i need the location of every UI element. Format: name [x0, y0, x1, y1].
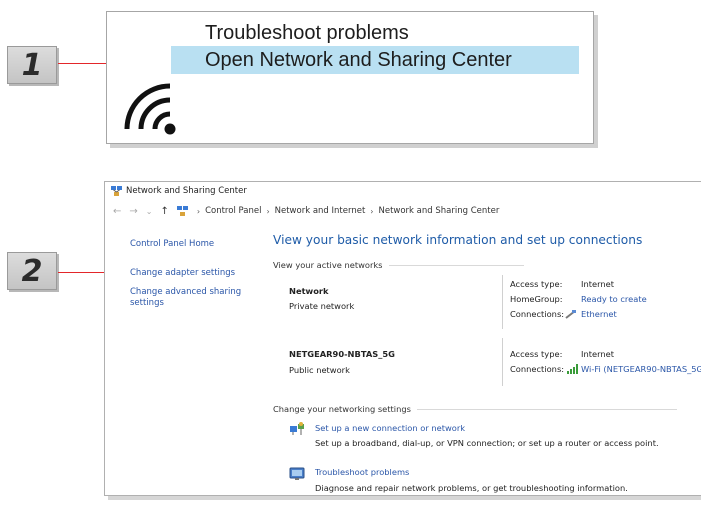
breadcrumb-control-panel[interactable]: Control Panel [205, 206, 261, 216]
control-panel-icon [176, 206, 188, 216]
section-divider [388, 264, 524, 266]
step-2-number: 2 [21, 253, 43, 289]
recent-dropdown-icon[interactable]: ⌄ [146, 207, 153, 216]
new-connection-icon [290, 422, 304, 435]
network-1-homegroup-label: HomeGroup: [510, 294, 563, 304]
wifi-signal-icon [567, 364, 578, 374]
setup-new-connection-desc: Set up a broadband, dial-up, or VPN conn… [315, 438, 659, 448]
network-2-connections-label: Connections: [510, 364, 565, 374]
troubleshoot-problems-link[interactable]: Troubleshoot problems [315, 467, 409, 477]
forward-arrow-icon[interactable]: → [129, 206, 137, 217]
setup-new-connection-link[interactable]: Set up a new connection or network [315, 423, 465, 433]
network-1-type[interactable]: Private network [289, 301, 354, 311]
sidebar-link-change-advanced-sharing[interactable]: Change advanced sharing settings [130, 287, 241, 309]
network-2-name: NETGEAR90-NBTAS_5G [289, 349, 395, 359]
network-sharing-center-window: Network and Sharing Center ← → ⌄ ↑ › Con… [104, 181, 701, 496]
step-2-badge: 2 [7, 252, 57, 290]
network-center-icon [111, 186, 122, 196]
network-2-access-value: Internet [581, 349, 614, 359]
menu-item-troubleshoot-label: Troubleshoot problems [205, 21, 409, 44]
breadcrumb-separator-icon: › [370, 206, 374, 216]
wifi-icon [124, 83, 176, 135]
troubleshoot-icon [289, 467, 305, 480]
sidebar-link-change-adapter-settings[interactable]: Change adapter settings [130, 268, 235, 279]
network-2-connection-link[interactable]: Wi-Fi (NETGEAR90-NBTAS_5G) [581, 364, 701, 374]
step-1-number: 1 [21, 47, 43, 83]
sidebar-link-control-panel-home[interactable]: Control Panel Home [130, 239, 214, 250]
breadcrumb-network-internet[interactable]: Network and Internet [275, 206, 366, 216]
network-1-access-value: Internet [581, 279, 614, 289]
address-bar: ← → ⌄ ↑ › Control Panel › Network and In… [105, 202, 701, 220]
active-networks-label: View your active networks [273, 260, 383, 270]
step-1-badge: 1 [7, 46, 57, 84]
troubleshoot-problems-desc: Diagnose and repair network problems, or… [315, 483, 628, 493]
network-context-menu: Troubleshoot problems Open Network and S… [106, 11, 594, 144]
window-titlebar: Network and Sharing Center [105, 182, 701, 200]
network-1-connection-link[interactable]: Ethernet [581, 309, 617, 319]
active-networks-section: View your active networks [273, 260, 524, 270]
network-1-name: Network [289, 286, 329, 296]
network-2-access-label: Access type: [510, 349, 563, 359]
network-1-divider [502, 275, 503, 329]
network-1-connections-label: Connections: [510, 309, 565, 319]
section-divider [416, 408, 677, 410]
window-title: Network and Sharing Center [126, 186, 247, 196]
network-2-type[interactable]: Public network [289, 365, 350, 375]
change-settings-label: Change your networking settings [273, 404, 411, 414]
back-arrow-icon[interactable]: ← [113, 206, 121, 217]
up-arrow-icon[interactable]: ↑ [160, 206, 168, 217]
network-1-access-label: Access type: [510, 279, 563, 289]
breadcrumb-separator-icon: › [196, 206, 201, 216]
network-2-divider [502, 338, 503, 386]
breadcrumb-network-sharing-center[interactable]: Network and Sharing Center [378, 206, 499, 216]
menu-item-open-network-center-label: Open Network and Sharing Center [205, 48, 512, 71]
sidebar-link-advanced-line1: Change advanced sharing [130, 287, 242, 297]
network-1-homegroup-link[interactable]: Ready to create [581, 294, 647, 304]
menu-item-troubleshoot[interactable]: Troubleshoot problems [171, 19, 409, 47]
ethernet-icon [565, 310, 576, 319]
page-title: View your basic network information and … [273, 233, 643, 247]
breadcrumb-separator-icon: › [266, 206, 270, 216]
change-settings-section: Change your networking settings [273, 404, 677, 414]
sidebar-link-advanced-line2: settings [130, 298, 164, 308]
menu-item-open-network-center[interactable]: Open Network and Sharing Center [171, 46, 579, 74]
